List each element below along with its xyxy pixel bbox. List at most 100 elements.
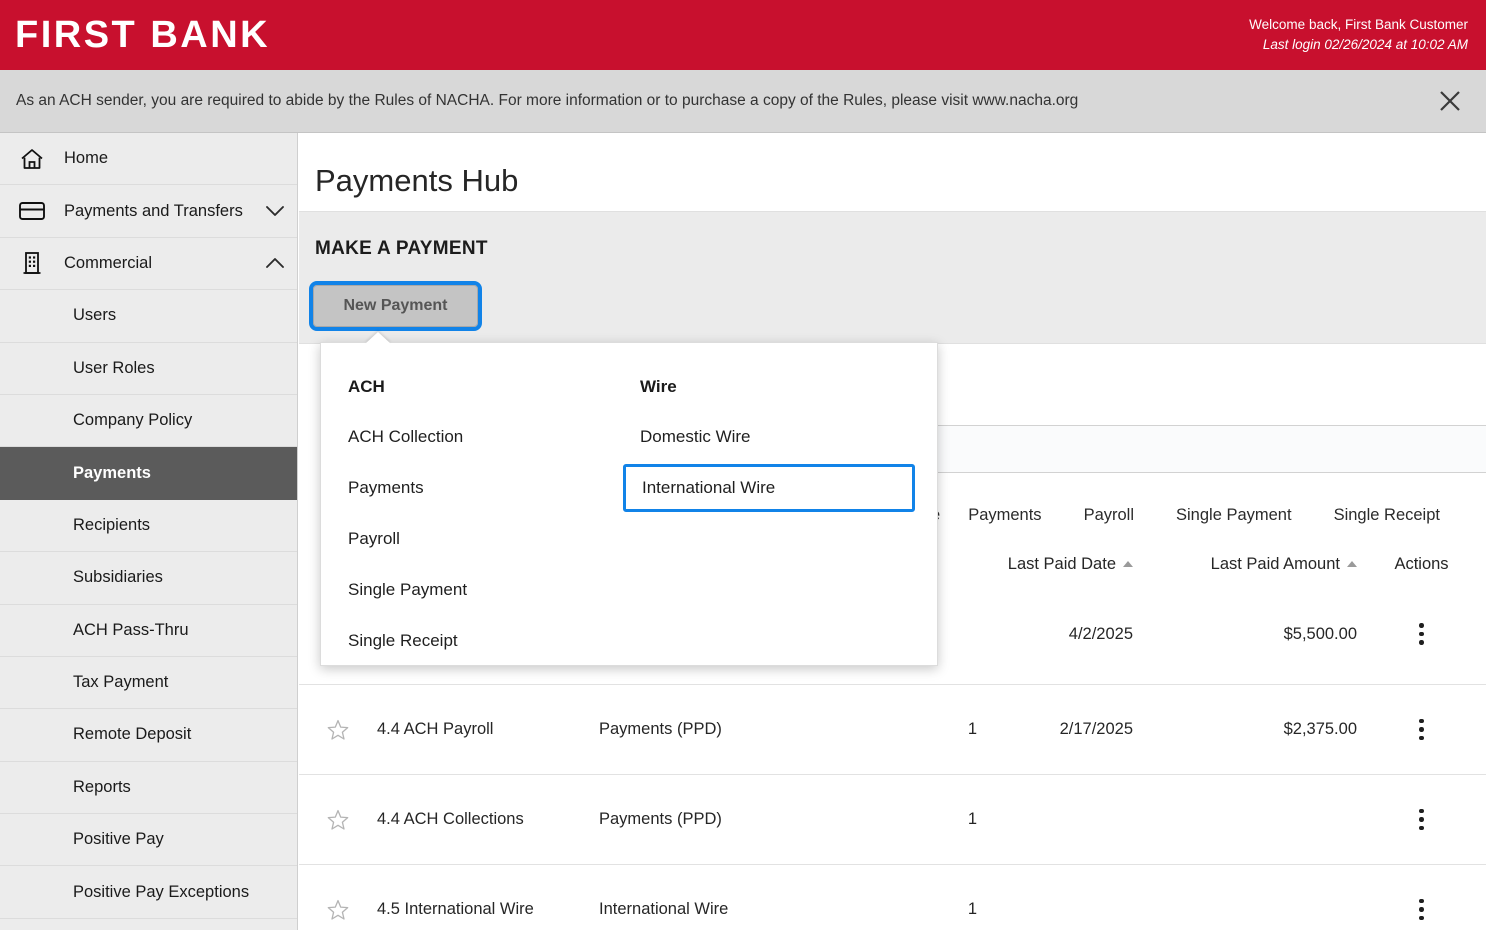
- new-payment-dropdown-menu: ACH ACH Collection Payments Payroll Sing…: [320, 332, 938, 666]
- cell-count: 1: [967, 720, 977, 738]
- sidebar-item-commercial[interactable]: Commercial: [0, 238, 297, 291]
- cell-last-paid-date: 4/2/2025: [1068, 624, 1133, 643]
- sidebar-item-home[interactable]: Home: [0, 133, 297, 186]
- sort-ascending-icon[interactable]: [1123, 561, 1133, 567]
- page-title: Payments Hub: [315, 163, 519, 198]
- row-actions-cell: [1357, 893, 1486, 927]
- cell-count: 1: [967, 900, 977, 918]
- sidebar-item-label: Reports: [73, 777, 131, 796]
- row-actions-cell: [1357, 713, 1486, 747]
- cell-count: 1: [967, 810, 977, 828]
- sidebar-item-label: Remote Deposit: [73, 725, 192, 744]
- cell-type: Payments (PPD): [599, 810, 722, 828]
- sidebar-nav: Home Payments and Transfers Commercial U…: [0, 133, 298, 930]
- header-last-paid-amount-label: Last Paid Amount: [1210, 554, 1340, 573]
- sidebar-item-tax-payment[interactable]: Tax Payment: [0, 657, 297, 710]
- sidebar-item-recipients[interactable]: Recipients: [0, 500, 297, 553]
- menu-item-domestic-wire[interactable]: Domestic Wire: [640, 420, 905, 454]
- brand-logo: FIRST BANK: [15, 14, 271, 56]
- kebab-menu-icon[interactable]: [1413, 803, 1430, 837]
- header-last-paid-amount[interactable]: Last Paid Amount: [1157, 555, 1357, 574]
- sidebar-item-subsidiaries[interactable]: Subsidiaries: [0, 552, 297, 605]
- header-last-paid-date[interactable]: Last Paid Date: [977, 555, 1157, 574]
- user-greeting-block: Welcome back, First Bank Customer Last l…: [1249, 15, 1486, 54]
- sidebar-item-label: Commercial: [64, 253, 153, 272]
- tab-single-receipt[interactable]: Single Receipt: [1334, 506, 1440, 525]
- sidebar-item-label: Users: [73, 306, 117, 325]
- sidebar-item-user-roles[interactable]: User Roles: [0, 343, 297, 395]
- table-row[interactable]: 4.4 ACH Payroll Payments (PPD) 1 2/17/20…: [299, 684, 1486, 774]
- dropdown-arrow-icon: [365, 332, 391, 344]
- last-login-text: Last login 02/26/2024 at 10:02 AM: [1262, 37, 1468, 52]
- menu-item-international-wire[interactable]: International Wire: [623, 464, 915, 512]
- menu-item-payroll[interactable]: Payroll: [348, 522, 613, 556]
- cell-type: International Wire: [599, 900, 729, 918]
- cell-type: Payments (PPD): [599, 720, 722, 738]
- sidebar-item-ach-pass-thru[interactable]: ACH Pass-Thru: [0, 605, 297, 657]
- sidebar-item-label: Payments: [73, 463, 151, 482]
- menu-item-payments[interactable]: Payments: [348, 471, 613, 505]
- header-last-paid-date-label: Last Paid Date: [1007, 554, 1116, 573]
- menu-item-single-receipt[interactable]: Single Receipt: [348, 624, 613, 658]
- kebab-menu-icon[interactable]: [1413, 713, 1430, 747]
- sidebar-item-users[interactable]: Users: [0, 290, 297, 343]
- payment-type-tabs: e Payments Payroll Single Payment Single…: [931, 493, 1486, 537]
- menu-item-ach-collection[interactable]: ACH Collection: [348, 420, 613, 454]
- main-content: Payments Hub MAKE A PAYMENT New Payment …: [299, 133, 1486, 930]
- sidebar-item-label: ACH Pass-Thru: [73, 620, 189, 639]
- cell-last-paid-amount: $5,500.00: [1283, 624, 1357, 643]
- new-payment-button[interactable]: New Payment: [309, 281, 482, 331]
- sidebar-item-label: Recipients: [73, 515, 151, 534]
- sidebar-item-label: Positive Pay Exceptions: [73, 882, 250, 901]
- row-actions-cell: [1357, 803, 1486, 837]
- sidebar-item-label: User Roles: [73, 358, 155, 377]
- sidebar-item-label: Tax Payment: [73, 673, 169, 692]
- kebab-menu-icon[interactable]: [1413, 893, 1430, 927]
- favorite-star-icon[interactable]: [299, 808, 377, 832]
- sidebar-item-label: Company Policy: [73, 411, 193, 430]
- row-actions-cell: [1357, 617, 1486, 651]
- chevron-down-icon[interactable]: [253, 204, 297, 218]
- tab-payroll[interactable]: Payroll: [1084, 506, 1134, 525]
- sidebar-item-payments-and-transfers[interactable]: Payments and Transfers: [0, 185, 297, 238]
- sidebar-item-positive-pay[interactable]: Positive Pay: [0, 814, 297, 867]
- app-header: FIRST BANK Welcome back, First Bank Cust…: [0, 0, 1486, 70]
- cell-last-paid-date: 2/17/2025: [1059, 720, 1133, 738]
- tab-single-payment[interactable]: Single Payment: [1176, 506, 1292, 525]
- sidebar-item-remote-deposit[interactable]: Remote Deposit: [0, 709, 297, 762]
- chevron-up-icon[interactable]: [253, 256, 297, 270]
- menu-group-title-ach: ACH: [348, 377, 385, 396]
- table-row[interactable]: 4.5 International Wire International Wir…: [299, 864, 1486, 930]
- favorite-star-icon[interactable]: [299, 718, 377, 742]
- sidebar-item-label: Subsidiaries: [73, 568, 163, 587]
- notice-text: As an ACH sender, you are required to ab…: [16, 92, 1079, 109]
- table-row[interactable]: 4.4 ACH Collections Payments (PPD) 1: [299, 774, 1486, 864]
- sidebar-item-label: Payments and Transfers: [64, 201, 243, 220]
- sidebar-item-company-policy[interactable]: Company Policy: [0, 395, 297, 448]
- header-actions: Actions: [1394, 554, 1449, 573]
- home-icon: [0, 146, 64, 172]
- sidebar-item-label: Positive Pay: [73, 830, 164, 849]
- credit-card-icon: [0, 200, 64, 222]
- welcome-message: Welcome back, First Bank Customer: [1249, 17, 1468, 33]
- nacha-notice-banner: As an ACH sender, you are required to ab…: [0, 70, 1486, 133]
- section-heading: MAKE A PAYMENT: [315, 238, 488, 259]
- menu-column-ach: ACH ACH Collection Payments Payroll Sing…: [321, 371, 613, 675]
- close-icon[interactable]: [1426, 77, 1474, 125]
- menu-column-wire: Wire Domestic Wire International Wire: [613, 371, 915, 675]
- tab-payments[interactable]: Payments: [968, 506, 1041, 525]
- building-icon: [0, 250, 64, 276]
- sidebar-item-positive-pay-exceptions[interactable]: Positive Pay Exceptions: [0, 866, 297, 919]
- favorite-star-icon[interactable]: [299, 898, 377, 922]
- sidebar-item-reports[interactable]: Reports: [0, 762, 297, 815]
- cell-name: 4.5 International Wire: [377, 900, 534, 918]
- cell-name: 4.4 ACH Payroll: [377, 720, 494, 738]
- kebab-menu-icon[interactable]: [1413, 617, 1430, 651]
- sidebar-item-payments[interactable]: Payments: [0, 447, 297, 500]
- cell-last-paid-amount: $2,375.00: [1283, 720, 1357, 738]
- sort-ascending-icon[interactable]: [1347, 561, 1357, 567]
- sidebar-item-label: Home: [64, 149, 109, 168]
- menu-item-single-payment[interactable]: Single Payment: [348, 573, 613, 607]
- cell-name: 4.4 ACH Collections: [377, 810, 524, 828]
- menu-group-title-wire: Wire: [640, 377, 677, 396]
